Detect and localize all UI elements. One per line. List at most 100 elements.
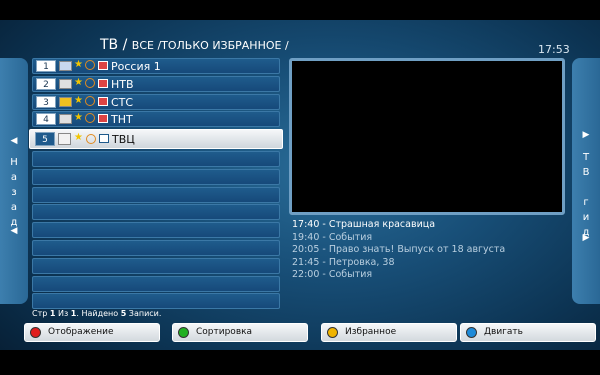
color-button-label: Сортировка — [196, 327, 253, 337]
epg-title: События — [328, 231, 373, 243]
channel-row[interactable]: 3 ★ СТС — [32, 93, 280, 110]
empty-channel-row — [32, 239, 280, 256]
top-black-bar — [0, 0, 600, 20]
color-button-label: Избранное — [345, 327, 397, 337]
epg-title: Петровка, 38 — [328, 256, 395, 268]
empty-channel-row — [32, 186, 280, 203]
channel-row[interactable]: 5 ★ ТВЦ — [29, 129, 283, 150]
channel-logo-icon — [59, 114, 72, 125]
channel-logo-icon — [59, 61, 72, 71]
tv-icon — [98, 114, 108, 124]
timer-clock-icon — [85, 113, 95, 124]
epg-time: 19:40 — [292, 231, 320, 243]
epg-title: Право знать! Выпуск от 18 августа — [328, 244, 506, 256]
epg-program[interactable]: 17:40 - Страшная красавица — [292, 219, 567, 232]
status-found-label: . Найдено — [76, 309, 121, 318]
status-records-label: Записи. — [126, 309, 162, 318]
tab-letter: и — [582, 212, 590, 223]
color-button[interactable]: Двигать — [460, 323, 596, 342]
timer-clock-icon — [85, 60, 95, 70]
empty-channel-row — [32, 204, 280, 221]
favorite-star-icon: ★ — [74, 76, 83, 88]
epg-separator: - — [319, 269, 329, 281]
color-dot-icon — [178, 327, 189, 338]
color-dot-icon — [466, 327, 477, 338]
channel-name: Россия 1 — [111, 60, 161, 73]
channel-logo-icon — [59, 96, 72, 107]
color-button-bar: Отображение Сортировка Избранное Двигать — [24, 323, 596, 342]
epg-time: 22:00 — [292, 269, 320, 281]
tv-icon — [98, 96, 108, 106]
left-arrow-icon: ◀ — [10, 226, 18, 236]
color-button[interactable]: Отображение — [24, 323, 160, 342]
channel-number: 4 — [36, 113, 56, 126]
tv-icon — [99, 134, 109, 144]
tab-letter: а — [10, 202, 18, 213]
channel-row[interactable]: 2 ★ НТВ — [32, 75, 280, 92]
back-tab[interactable]: ◀ Назад ◀ — [0, 58, 28, 304]
left-arrow-icon: ◀ — [10, 136, 18, 146]
color-button[interactable]: Избранное — [321, 323, 457, 342]
tv-icon — [98, 61, 108, 70]
channel-number: 3 — [36, 95, 56, 108]
timer-clock-icon — [86, 134, 96, 145]
empty-channel-row — [32, 168, 280, 185]
tab-letter: г — [583, 197, 589, 208]
channel-name: НТВ — [111, 77, 134, 91]
right-arrow-icon: ▶ — [582, 233, 590, 243]
title-filter: ВСЕ /ТОЛЬКО ИЗБРАННОЕ / — [131, 39, 289, 52]
epg-program[interactable]: 20:05 - Право знать! Выпуск от 18 август… — [292, 244, 567, 257]
video-preview — [289, 58, 565, 215]
favorite-star-icon: ★ — [74, 94, 83, 106]
epg-title: События — [328, 269, 373, 281]
empty-channel-row — [32, 257, 280, 274]
empty-channel-row — [32, 222, 280, 239]
right-arrow-icon: ▶ — [582, 130, 590, 140]
epg-time: 17:40 — [292, 219, 320, 230]
epg-time: 20:05 — [292, 244, 320, 256]
tab-letter: а — [10, 172, 18, 183]
timer-clock-icon — [85, 95, 95, 106]
tab-letter: Т — [582, 152, 590, 163]
tab-letter: Н — [10, 157, 18, 168]
timer-clock-icon — [85, 77, 95, 88]
tab-letter: В — [582, 167, 590, 178]
channel-name: СТС — [111, 95, 134, 109]
status-of-label: Из — [55, 309, 71, 318]
channel-name: ТВЦ — [112, 133, 135, 147]
page-status: Стр 1 Из 1. Найдено 5 Записи. — [32, 309, 161, 318]
epg-title: Страшная красавица — [328, 219, 436, 230]
epg-program[interactable]: 21:45 - Петровка, 38 — [292, 257, 567, 270]
page-title: ТВ / ВСЕ /ТОЛЬКО ИЗБРАННОЕ / — [100, 37, 289, 53]
clock: 17:53 — [538, 43, 570, 56]
tab-letter: з — [11, 187, 17, 198]
empty-channel-row — [32, 293, 280, 310]
favorite-star-icon: ★ — [74, 112, 83, 124]
empty-channel-row — [32, 150, 280, 167]
color-button[interactable]: Сортировка — [172, 323, 308, 342]
epg-separator: - — [319, 219, 329, 230]
epg-time: 21:45 — [292, 256, 320, 268]
channel-row[interactable]: 4 ★ ТНТ — [32, 111, 280, 128]
epg-separator: - — [319, 244, 329, 256]
tv-icon — [98, 78, 108, 88]
channel-number: 5 — [35, 132, 55, 147]
epg-program[interactable]: 19:40 - События — [292, 232, 567, 245]
channel-name: ТНТ — [111, 113, 133, 127]
channel-number: 2 — [36, 77, 56, 90]
color-button-label: Отображение — [48, 327, 114, 337]
title-main: ТВ / — [100, 37, 132, 53]
screen: ◀ Назад ◀ ▶ ТВ гид ▶ ТВ / ВСЕ /ТОЛЬКО ИЗ… — [0, 0, 600, 375]
channel-logo-icon — [59, 78, 72, 89]
favorite-star-icon: ★ — [74, 59, 83, 70]
channel-number: 1 — [36, 60, 56, 72]
status-page-label: Стр — [32, 309, 50, 318]
tv-guide-tab[interactable]: ▶ ТВ гид ▶ — [572, 58, 600, 304]
favorite-star-icon: ★ — [74, 132, 83, 144]
channel-list: 1 ★ Россия 1 2 ★ НТВ 3 ★ СТС 4 ★ ТНТ 5 ★ ТВЦ — [29, 58, 283, 311]
back-tab-label: Назад — [0, 155, 28, 230]
epg-program[interactable]: 22:00 - События — [292, 269, 567, 282]
bottom-black-bar — [0, 350, 600, 375]
tab-letter — [572, 180, 600, 195]
channel-row[interactable]: 1 ★ Россия 1 — [32, 58, 280, 74]
